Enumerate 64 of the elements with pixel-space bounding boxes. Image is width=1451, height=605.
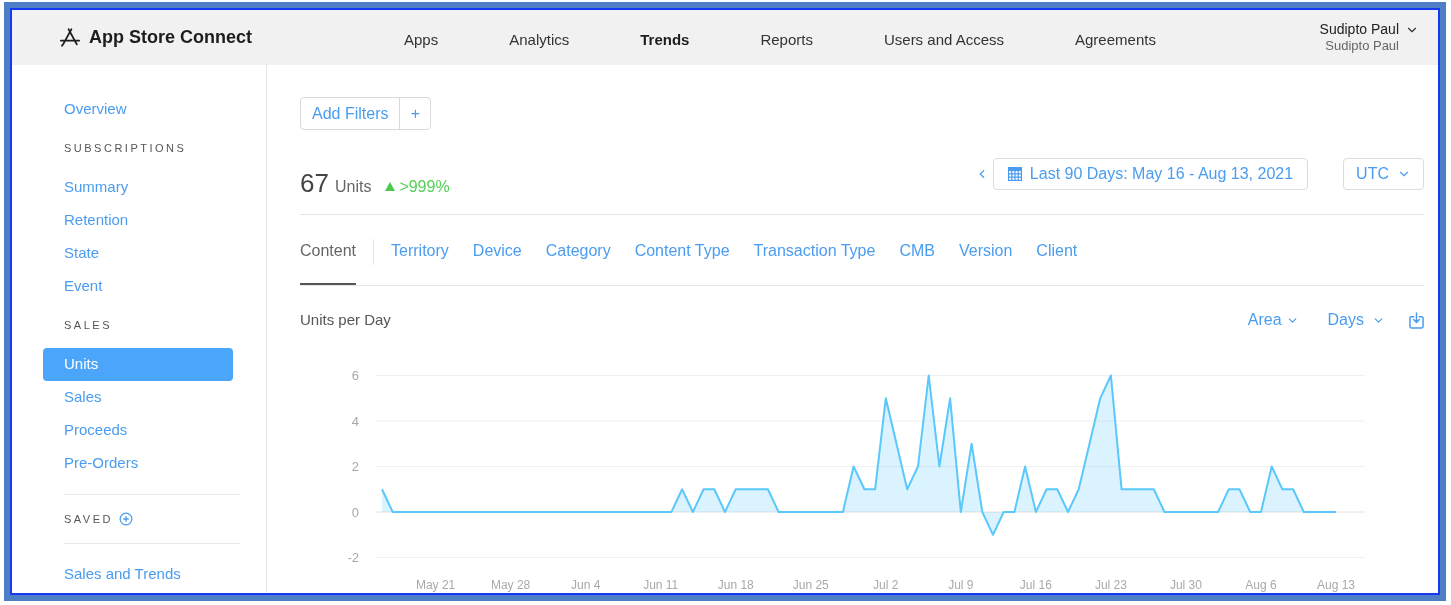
x-axis-label: Jul 9 [948,578,974,592]
x-axis-label: Jul 2 [873,578,899,592]
dimension-tab[interactable]: Version [958,215,1013,285]
section-heading: SALES [64,317,113,333]
dimension-tab[interactable]: Content Type [634,215,730,285]
nav-tab[interactable]: Reports [760,28,813,52]
download-button[interactable] [1409,311,1424,329]
y-axis-label: -2 [347,550,359,565]
x-axis-label: Aug 13 [1317,578,1355,592]
x-axis-label: Jul 30 [1169,578,1202,592]
units-label: Units [334,176,372,197]
dimension-tab[interactable]: Transaction Type [753,215,876,285]
y-axis-label: 6 [351,368,359,383]
dimension-tab[interactable]: CMB [899,215,935,285]
change-percent: >999% [399,176,450,197]
add-circle-icon[interactable] [119,512,133,526]
nav-tab[interactable]: Users and Access [883,28,1004,52]
x-axis-label: May 28 [490,578,531,592]
y-axis-label: 0 [351,504,359,520]
x-axis-label: May 21 [415,578,456,592]
sidebar-link[interactable]: Units [43,348,233,381]
app-store-logo-icon [60,28,80,47]
chart-type-dropdown[interactable]: Area [1247,308,1299,332]
add-filters-button[interactable]: Add Filters [301,98,401,129]
app-title: App Store Connect [89,26,252,49]
units-total: 67 [300,167,329,198]
dimension-tab[interactable]: Category [545,215,611,285]
download-icon [1409,311,1424,329]
account-menu-button[interactable]: Sudipto Paul [1319,21,1419,38]
nav-tab[interactable]: Analytics [509,28,570,52]
nav-tab[interactable]: Apps [404,28,439,52]
period-dropdown[interactable]: Days [1327,308,1385,332]
sidebar-link[interactable]: State [43,237,233,270]
section-heading: SUBSCRIPTIONS [64,140,188,156]
dimension-tab[interactable]: Device [472,215,522,285]
dimension-tab[interactable]: Territory [391,215,449,285]
calendar-icon [1007,167,1022,181]
timezone-dropdown[interactable]: UTC [1343,158,1424,190]
y-axis-label: 4 [351,413,359,429]
sidebar-link[interactable]: Overview [43,93,233,126]
dimension-tab[interactable]: Client [1036,215,1078,285]
sidebar-link[interactable]: Sales and Trends [43,558,233,591]
y-axis-label: 2 [351,459,359,474]
account-subtitle: Sudipto Paul [1325,38,1399,54]
sidebar-link[interactable]: Sales [43,381,233,414]
x-axis-label: Aug 6 [1245,578,1277,592]
nav-tab[interactable]: Agreements [1075,28,1156,52]
chart-title: Units per Day [300,309,391,330]
add-filter-button[interactable]: + [400,98,431,129]
x-axis-label: Jul 23 [1094,578,1127,592]
x-axis-label: Jun 25 [792,578,829,592]
sidebar-link[interactable]: Pre-Orders [43,447,233,480]
x-axis-label: Jun 11 [643,578,679,592]
nav-tab[interactable]: Trends [640,28,690,52]
section-heading: SAVED [64,511,113,527]
x-axis-label: Jun 18 [717,578,754,592]
sidebar-link[interactable]: Event [43,270,233,303]
x-axis-label: Jul 16 [1019,578,1052,592]
date-range-button[interactable]: Last 90 Days: May 16 - Aug 13, 2021 [992,158,1309,190]
sidebar-link[interactable]: Retention [43,204,233,237]
sidebar-link[interactable]: Proceeds [43,414,233,447]
dimension-tab[interactable]: Content [300,215,357,285]
x-axis-label: Jun 4 [571,578,601,592]
sidebar-link[interactable]: Summary [43,171,233,204]
